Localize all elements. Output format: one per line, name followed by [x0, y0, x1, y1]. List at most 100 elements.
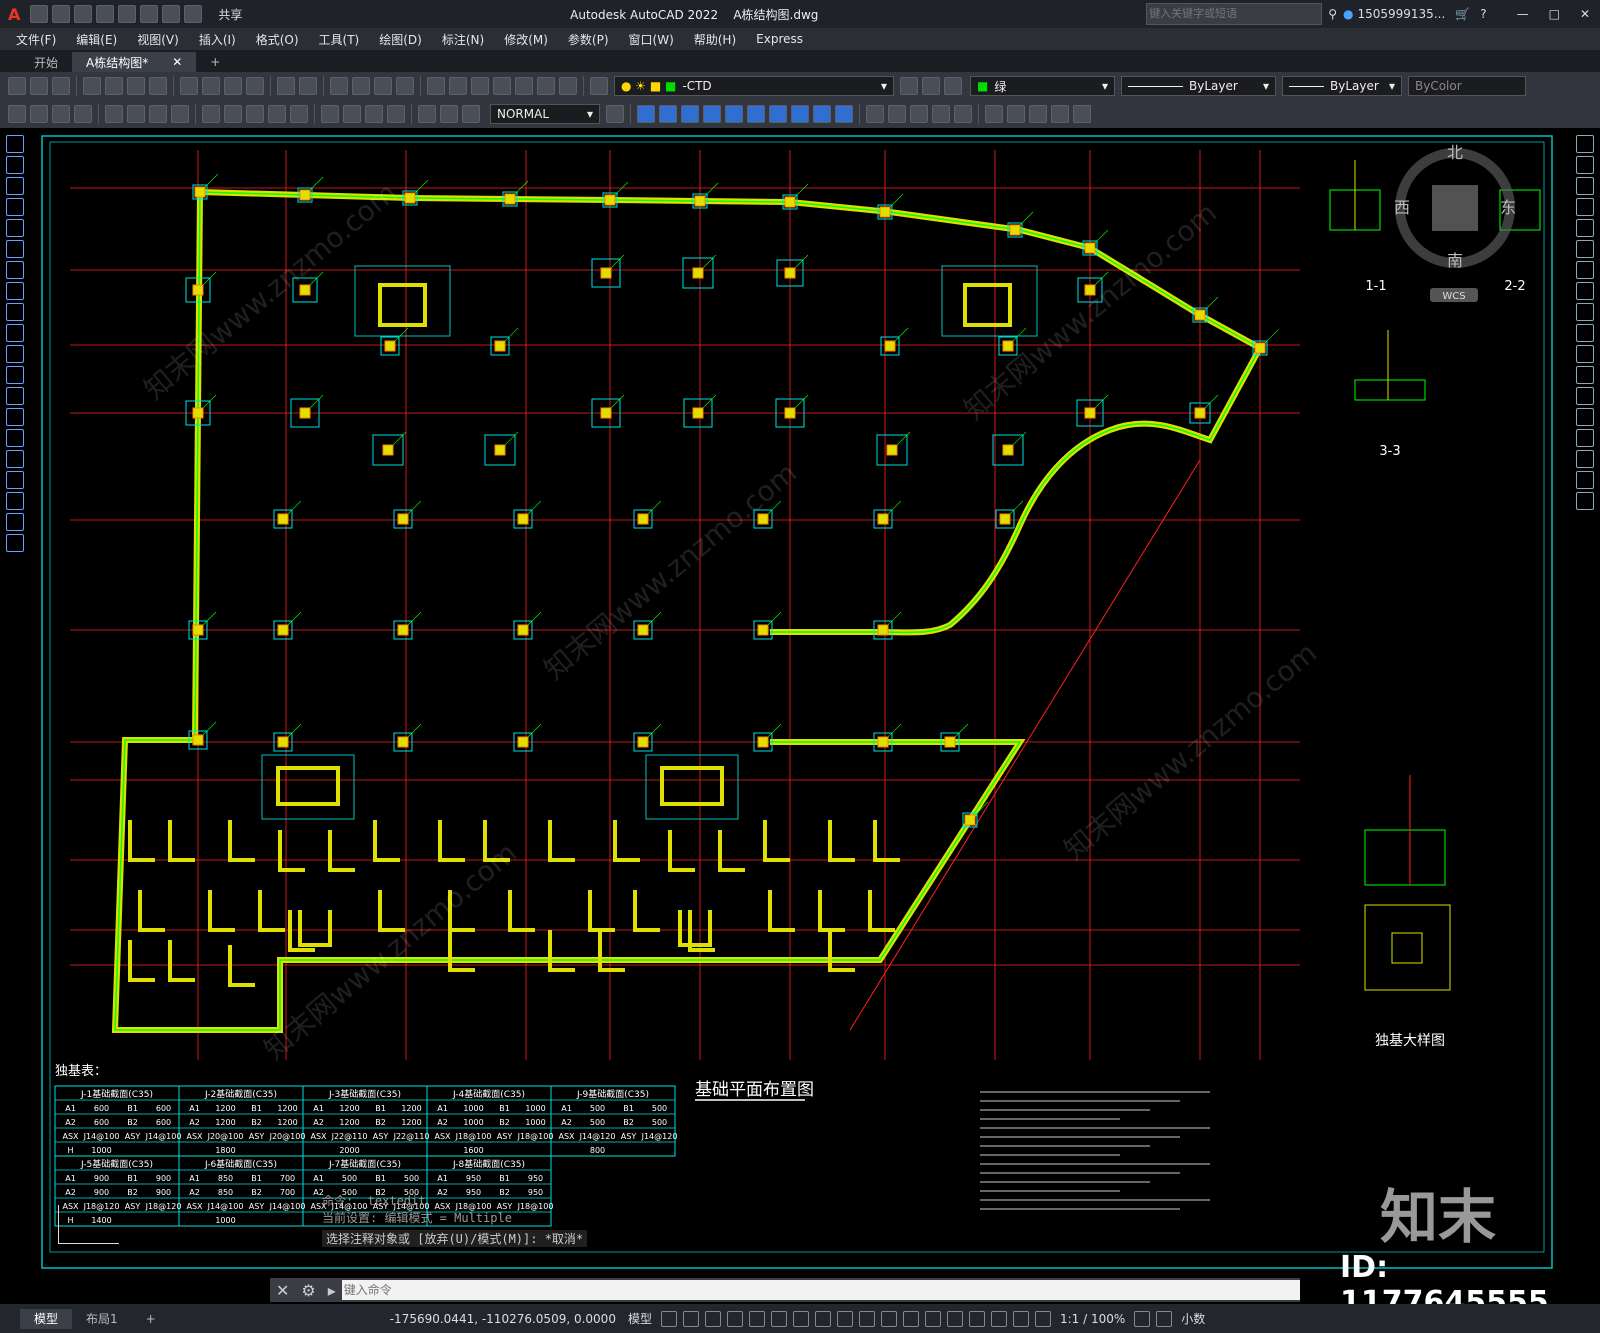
minimize-button[interactable]: —	[1517, 7, 1529, 21]
lineweight-icon[interactable]	[836, 1310, 853, 1327]
ucs-object-icon[interactable]	[1073, 105, 1091, 123]
open-file-icon[interactable]	[30, 77, 48, 95]
arc-icon[interactable]	[6, 240, 24, 258]
dim-radius-icon[interactable]	[105, 105, 123, 123]
isodraft-icon[interactable]	[770, 1310, 787, 1327]
share-button[interactable]: 共享	[218, 6, 242, 23]
dim-diameter-icon[interactable]	[149, 105, 167, 123]
tab-drawing[interactable]: A栋结构图* ✕	[72, 52, 197, 72]
command-input[interactable]	[341, 1280, 1300, 1300]
dim-ordinate-icon[interactable]	[74, 105, 92, 123]
dim-linear-icon[interactable]	[8, 105, 26, 123]
save-file-icon[interactable]	[52, 77, 70, 95]
osnap-tracking-icon[interactable]	[792, 1310, 809, 1327]
viewcube-north[interactable]: 北	[1447, 143, 1463, 162]
menu-draw[interactable]: 绘图(D)	[369, 31, 432, 48]
zoom-window-icon[interactable]	[374, 77, 392, 95]
viewcube-face[interactable]	[1432, 185, 1478, 231]
cut-icon[interactable]	[180, 77, 198, 95]
dim-update-icon[interactable]	[462, 105, 480, 123]
menu-edit[interactable]: 编辑(E)	[66, 31, 127, 48]
wedge-icon[interactable]	[725, 105, 743, 123]
markup-icon[interactable]	[515, 77, 533, 95]
sheet-set-icon[interactable]	[493, 77, 511, 95]
annotation-visibility-icon[interactable]	[990, 1310, 1007, 1327]
menu-help[interactable]: 帮助(H)	[684, 31, 746, 48]
jogged-linear-icon[interactable]	[387, 105, 405, 123]
layer-dropdown[interactable]: ● ☀ ■ ■ -CTD ▾	[614, 76, 894, 96]
3d-osnap-icon[interactable]	[902, 1310, 919, 1327]
layer-match-icon[interactable]	[944, 77, 962, 95]
menu-format[interactable]: 格式(O)	[246, 31, 309, 48]
coordinates[interactable]: -175690.0441, -110276.0509, 0.0000	[390, 1312, 616, 1326]
mtext-icon[interactable]	[6, 513, 24, 531]
construction-line-icon[interactable]	[6, 156, 24, 174]
polygon-icon[interactable]	[6, 198, 24, 216]
dim-jogged-icon[interactable]	[127, 105, 145, 123]
extrude-icon[interactable]	[791, 105, 809, 123]
box-icon[interactable]	[637, 105, 655, 123]
help-icon[interactable]: ?	[1480, 7, 1486, 21]
close-command-icon[interactable]: ✕	[276, 1281, 289, 1300]
ucs-icon[interactable]	[985, 105, 1003, 123]
add-selected-icon[interactable]	[6, 534, 24, 552]
redo-icon[interactable]	[184, 5, 203, 23]
plus-icon[interactable]	[1156, 1310, 1173, 1327]
cart-icon[interactable]: 🛒	[1455, 7, 1470, 21]
inspection-icon[interactable]	[365, 105, 383, 123]
viewcube-east[interactable]: 东	[1500, 198, 1516, 217]
copy-icon[interactable]	[202, 77, 220, 95]
close-button[interactable]: ✕	[1580, 7, 1590, 21]
ucs-face-icon[interactable]	[1051, 105, 1069, 123]
quick-dim-icon[interactable]	[202, 105, 220, 123]
menu-modify[interactable]: 修改(M)	[494, 31, 558, 48]
dynamic-ucs-icon[interactable]	[924, 1310, 941, 1327]
workspace-gear-icon[interactable]	[1134, 1310, 1151, 1327]
dim-baseline-icon[interactable]	[224, 105, 242, 123]
zoom-previous-icon[interactable]	[396, 77, 414, 95]
extend-icon[interactable]	[1576, 345, 1594, 363]
pyramid-icon[interactable]	[769, 105, 787, 123]
osnap-icon[interactable]	[814, 1310, 831, 1327]
viewcube-south[interactable]: 南	[1447, 251, 1463, 270]
auto-scale-icon[interactable]	[1012, 1310, 1029, 1327]
ellipse-arc-icon[interactable]	[6, 345, 24, 363]
open-icon[interactable]	[52, 5, 71, 23]
model-space-toggle[interactable]: 模型	[628, 1310, 652, 1327]
revision-cloud-icon[interactable]	[6, 282, 24, 300]
color-dropdown[interactable]: ■ 绿 ▾	[970, 76, 1115, 96]
menu-dimension[interactable]: 标注(N)	[432, 31, 494, 48]
menu-file[interactable]: 文件(F)	[6, 31, 66, 48]
insert-block-icon[interactable]	[6, 366, 24, 384]
tool-palettes-icon[interactable]	[471, 77, 489, 95]
sphere-icon[interactable]	[703, 105, 721, 123]
stretch-icon[interactable]	[1576, 303, 1594, 321]
explode-icon[interactable]	[1576, 492, 1594, 510]
dim-text-edit-icon[interactable]	[440, 105, 458, 123]
tab-layout1[interactable]: 布局1	[72, 1309, 132, 1329]
polyline-icon[interactable]	[6, 177, 24, 195]
add-layout-button[interactable]: +	[132, 1309, 170, 1329]
union-icon[interactable]	[866, 105, 884, 123]
undo-tool-icon[interactable]	[277, 77, 295, 95]
transparency-icon[interactable]	[858, 1310, 875, 1327]
subtract-icon[interactable]	[888, 105, 906, 123]
match-properties-icon[interactable]	[246, 77, 264, 95]
lineweight-dropdown[interactable]: ByLayer ▾	[1282, 76, 1402, 96]
copy-object-icon[interactable]	[1576, 156, 1594, 174]
break-at-point-icon[interactable]	[1576, 366, 1594, 384]
pan-icon[interactable]	[330, 77, 348, 95]
join-icon[interactable]	[1576, 408, 1594, 426]
dim-style-icon[interactable]	[606, 105, 624, 123]
selection-cycling-icon[interactable]	[880, 1310, 897, 1327]
menu-tools[interactable]: 工具(T)	[309, 31, 370, 48]
intersect-icon[interactable]	[910, 105, 928, 123]
publish-icon[interactable]	[127, 77, 145, 95]
circle-icon[interactable]	[6, 261, 24, 279]
blend-icon[interactable]	[1576, 471, 1594, 489]
torus-icon[interactable]	[747, 105, 765, 123]
3d-print-icon[interactable]	[149, 77, 167, 95]
dim-edit-icon[interactable]	[418, 105, 436, 123]
ortho-icon[interactable]	[726, 1310, 743, 1327]
tolerance-icon[interactable]	[321, 105, 339, 123]
